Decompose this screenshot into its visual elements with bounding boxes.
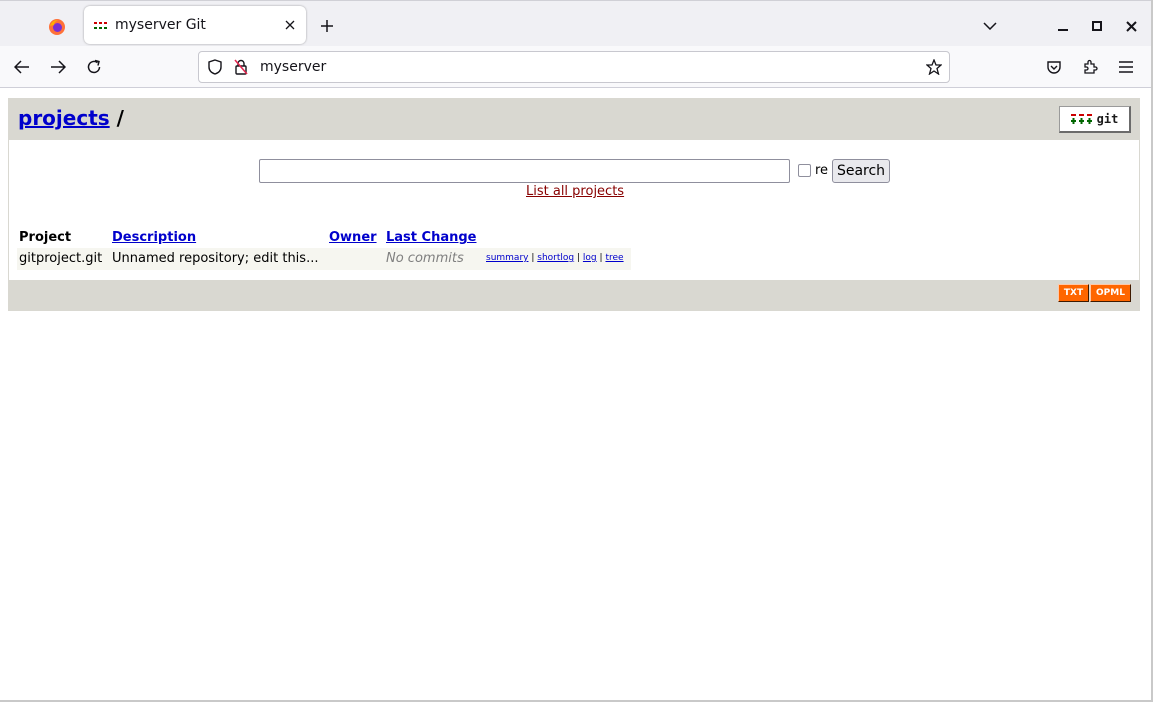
opml-feed-button[interactable]: OPML xyxy=(1090,284,1131,302)
extensions-icon[interactable] xyxy=(1080,57,1100,77)
git-logo-text: git xyxy=(1096,112,1119,126)
project-name-link[interactable]: gitproject.git xyxy=(19,251,102,266)
log-link[interactable]: log xyxy=(583,253,597,263)
maximize-icon[interactable] xyxy=(1088,17,1106,35)
header-project: Project xyxy=(19,230,72,245)
browser-window: myserver Git myserver projects / git re … xyxy=(0,0,1153,702)
gitweb-page: projects / git re Search List all projec… xyxy=(8,98,1140,311)
plus-icon[interactable] xyxy=(317,16,337,36)
tab-title: myserver Git xyxy=(115,17,206,33)
bookmark-star-icon[interactable] xyxy=(925,58,943,76)
project-list-content: re Search List all projects Project Desc… xyxy=(8,140,1140,280)
breadcrumb-separator: / xyxy=(116,106,124,130)
page-footer: TXT OPML xyxy=(8,280,1140,311)
breadcrumb: projects / xyxy=(18,106,124,130)
back-arrow-icon[interactable] xyxy=(12,57,32,77)
firefox-icon[interactable] xyxy=(44,14,70,40)
chevron-down-icon[interactable] xyxy=(980,17,1000,35)
close-window-icon[interactable] xyxy=(1122,17,1140,35)
nav-bar: myserver xyxy=(0,46,1151,88)
url-text[interactable]: myserver xyxy=(260,59,326,75)
git-logo-icon xyxy=(1070,114,1092,124)
forward-arrow-icon[interactable] xyxy=(48,57,68,77)
header-last-change[interactable]: Last Change xyxy=(386,230,476,245)
hamburger-menu-icon[interactable] xyxy=(1116,57,1136,77)
link-separator: | xyxy=(531,253,535,263)
reload-icon[interactable] xyxy=(84,57,104,77)
tree-link[interactable]: tree xyxy=(605,253,623,263)
project-last-change: No commits xyxy=(386,251,464,266)
link-separator: | xyxy=(577,253,581,263)
projects-link[interactable]: projects xyxy=(18,106,110,130)
gitweb-favicon xyxy=(94,18,108,32)
pocket-icon[interactable] xyxy=(1044,57,1064,77)
regex-checkbox[interactable] xyxy=(798,164,811,177)
search-input[interactable] xyxy=(259,159,790,183)
regex-label: re xyxy=(815,163,829,178)
project-description[interactable]: Unnamed repository; edit this... xyxy=(112,251,318,266)
project-action-links: summary | shortlog | log | tree xyxy=(486,253,624,263)
url-bar[interactable]: myserver xyxy=(198,51,950,83)
tab-active[interactable]: myserver Git xyxy=(84,6,306,44)
shield-icon[interactable] xyxy=(207,59,223,75)
list-all-projects-link[interactable]: List all projects xyxy=(526,184,624,199)
search-button[interactable]: Search xyxy=(832,159,890,183)
header-owner[interactable]: Owner xyxy=(329,230,377,245)
txt-feed-button[interactable]: TXT xyxy=(1058,284,1089,302)
page-header: projects / git xyxy=(8,98,1140,140)
close-icon[interactable] xyxy=(282,17,298,33)
link-separator: | xyxy=(599,253,603,263)
git-logo[interactable]: git xyxy=(1059,106,1131,133)
tab-strip: myserver Git xyxy=(0,0,1151,46)
minimize-icon[interactable] xyxy=(1054,17,1072,35)
summary-link[interactable]: summary xyxy=(486,253,528,263)
insecure-lock-icon[interactable] xyxy=(233,59,249,75)
shortlog-link[interactable]: shortlog xyxy=(537,253,574,263)
header-description[interactable]: Description xyxy=(112,230,196,245)
table-row: gitproject.git Unnamed repository; edit … xyxy=(17,248,631,270)
